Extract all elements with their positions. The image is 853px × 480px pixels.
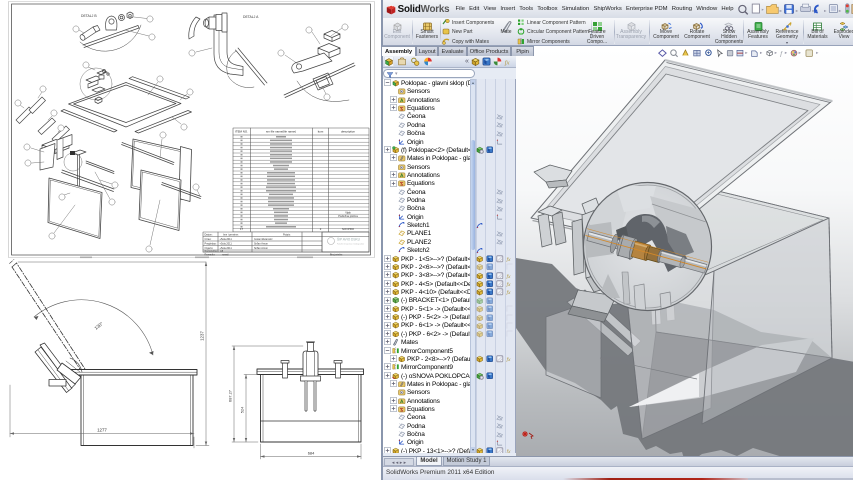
svg-text:description: description [341,130,355,134]
svg-text:Novogradnja:: Novogradnja: [205,250,218,253]
svg-text:nosač: nosač [222,253,229,256]
svg-text:Ime i prezime:: Ime i prezime: [223,234,239,237]
svg-text:ITEM NO.: ITEM NO. [235,130,248,134]
svg-text:Srđan Arnon: Srđan Arnon [254,247,269,250]
svg-text:687.27: 687.27 [228,390,233,402]
svg-text:Fakultet strojarstva i brodogr: Fakultet strojarstva i brodogradnje [337,243,364,246]
svg-text:Pregledao:: Pregledao: [205,243,217,246]
svg-text:sm file name(file name): sm file name(file name) [266,130,296,134]
svg-text:Goran Đivanović: Goran Đivanović [254,238,273,241]
svg-text:1237: 1237 [200,331,205,341]
svg-text:684: 684 [308,451,315,456]
svg-text:524: 524 [240,406,245,413]
svg-text:Srđan Arnon: Srđan Arnon [254,243,269,246]
svg-text:DETALJ A: DETALJ A [243,15,259,19]
svg-text:Vijak: Vijak [345,211,351,215]
svg-text:Crtao:: Crtao: [205,238,212,241]
svg-text:DA: DA [220,250,224,253]
svg-text:Podložna pločica: Podložna pločica [338,214,358,218]
svg-text:kom: kom [318,130,324,134]
svg-text:Razradio:: Razradio: [205,253,216,256]
svg-text:DETALJ B: DETALJ B [81,14,97,18]
svg-text:Broj crteža:: Broj crteža: [330,253,343,256]
svg-text:+5ula.2011: +5ula.2011 [220,238,233,241]
svg-text:+5ula.2011: +5ula.2011 [220,243,233,246]
svg-text:17: 17 [240,227,244,231]
svg-text:Datum:: Datum: [205,234,213,237]
svg-text:130°: 130° [94,321,105,331]
svg-text:1277: 1277 [97,428,107,433]
svg-text:ŠIP AVIO DSKU: ŠIP AVIO DSKU [337,237,361,242]
svg-text:NOVPRO: NOVPRO [342,227,355,231]
svg-text:Potpis:: Potpis: [283,234,291,237]
